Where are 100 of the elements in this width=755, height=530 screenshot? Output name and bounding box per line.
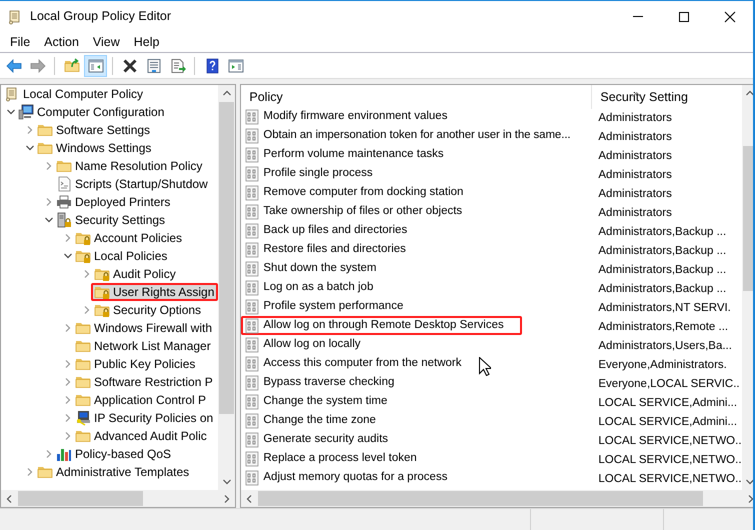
policy-item[interactable]: Obtain an impersonation token for another user in the same... xyxy=(241,126,573,146)
panel-icon xyxy=(228,58,244,74)
policy-item[interactable]: Profile single process xyxy=(241,164,391,184)
setting-cell-text: Everyone,LOCAL SERVIC.. xyxy=(597,376,740,392)
collapsed-chevron-icon[interactable] xyxy=(82,269,92,279)
policy-item[interactable]: Change the time zone xyxy=(241,411,394,430)
collapsed-chevron-icon[interactable] xyxy=(25,467,35,477)
tree-item[interactable]: Security Settings xyxy=(53,211,170,229)
tree-item[interactable]: Windows Settings xyxy=(34,139,156,157)
panel-icon xyxy=(88,58,104,74)
tree-item[interactable]: Application Control P xyxy=(72,391,210,409)
folder-lock-icon xyxy=(75,230,91,246)
setting-cell-text: Administrators xyxy=(597,110,672,126)
policy-item[interactable]: Access this computer from the network xyxy=(241,354,480,374)
setting-cell-text: Everyone,Administrators. xyxy=(597,358,727,373)
collapsed-chevron-icon[interactable] xyxy=(44,449,54,459)
tree-item[interactable]: Windows Firewall with xyxy=(72,319,216,337)
policy-item[interactable]: Take ownership of files or other objects xyxy=(241,202,480,222)
policy-icon xyxy=(244,318,260,334)
collapsed-chevron-icon[interactable] xyxy=(82,305,92,315)
tree-item[interactable]: Software Settings xyxy=(34,121,154,139)
tree-item[interactable]: Public Key Policies xyxy=(72,355,200,373)
setting-cell-text: Administrators,NT SERVI. xyxy=(597,300,731,316)
expanded-chevron-icon[interactable] xyxy=(44,215,54,225)
policy-icon xyxy=(244,356,260,372)
tree-item[interactable]: Scripts (Startup/Shutdow xyxy=(53,175,212,193)
folder-icon xyxy=(37,140,53,156)
tree-item[interactable]: Network List Manager xyxy=(72,337,215,355)
tree-item[interactable]: Local Policies xyxy=(72,247,172,265)
tree-item[interactable]: Policy-based QoS xyxy=(53,445,176,463)
computer-key-icon xyxy=(75,410,91,426)
policy-item[interactable]: Modify firmware environment values xyxy=(241,107,466,126)
collapsed-chevron-icon[interactable] xyxy=(63,323,73,333)
vertical-scrollbar[interactable] xyxy=(218,85,236,490)
menu-item[interactable]: Help xyxy=(126,33,166,51)
tree-item[interactable]: Advanced Audit Polic xyxy=(72,427,211,445)
tree-item[interactable]: Account Policies xyxy=(72,229,186,247)
policy-item[interactable]: Allow log on locally xyxy=(241,335,379,354)
policy-icon xyxy=(244,108,260,125)
collapsed-chevron-icon[interactable] xyxy=(44,161,54,171)
collapsed-chevron-icon[interactable] xyxy=(63,359,73,369)
setting-cell-text: Administrators xyxy=(597,130,672,145)
policy-icon xyxy=(244,336,260,353)
policy-icon xyxy=(244,394,260,410)
setting-cell-text: LOCAL SERVICE,NETWO.. xyxy=(597,472,742,487)
collapsed-chevron-icon[interactable] xyxy=(63,395,73,405)
collapsed-chevron-icon[interactable] xyxy=(63,431,73,441)
collapsed-chevron-icon[interactable] xyxy=(63,233,73,243)
menu-item[interactable]: View xyxy=(86,33,127,51)
policy-icon xyxy=(244,470,260,486)
tree-item[interactable]: IP Security Policies on xyxy=(72,409,218,427)
menu-item[interactable]: File xyxy=(3,33,38,51)
bar-chart-icon xyxy=(56,446,72,462)
menu-item[interactable]: Action xyxy=(37,33,86,51)
folder-up-icon xyxy=(64,58,80,74)
policy-item[interactable]: Perform volume maintenance tasks xyxy=(241,145,462,164)
policy-icon xyxy=(244,242,260,258)
policy-item[interactable]: Remove computer from docking station xyxy=(241,183,482,202)
expanded-chevron-icon[interactable] xyxy=(25,143,35,153)
expanded-chevron-icon[interactable] xyxy=(63,251,73,261)
collapsed-chevron-icon[interactable] xyxy=(25,125,35,135)
policy-item[interactable]: Change the system time xyxy=(241,392,406,412)
policy-item[interactable]: Restore files and directories xyxy=(241,240,424,260)
policy-icon xyxy=(244,298,260,315)
policy-item[interactable]: Adjust memory quotas for a process xyxy=(241,468,466,488)
policy-icon xyxy=(244,432,260,448)
policy-item[interactable]: Back up files and directories xyxy=(241,221,426,240)
policy-item[interactable]: Generate security audits xyxy=(241,430,406,450)
folder-icon xyxy=(75,320,91,336)
maximize-icon xyxy=(678,10,690,22)
console-tree-button[interactable] xyxy=(84,54,107,76)
tree-item[interactable]: Software Restriction P xyxy=(72,373,217,391)
collapsed-chevron-icon[interactable] xyxy=(63,377,73,387)
policy-item[interactable]: Shut down the system xyxy=(241,259,395,278)
tree-item[interactable]: Audit Policy xyxy=(91,265,180,283)
policy-item[interactable]: Log on as a batch job xyxy=(241,278,392,298)
tree-item[interactable]: Deployed Printers xyxy=(53,193,174,211)
tree-item[interactable]: Computer Configuration xyxy=(15,103,168,121)
horizontal-scrollbar[interactable] xyxy=(1,490,236,507)
tree-item[interactable]: User Rights Assign xyxy=(91,283,218,301)
horizontal-scrollbar[interactable] xyxy=(241,490,753,507)
tree-item[interactable]: Security Options xyxy=(91,301,206,319)
folder-icon xyxy=(75,356,91,372)
tree-item[interactable]: Administrative Templates xyxy=(34,463,194,481)
expanded-chevron-icon[interactable] xyxy=(6,107,16,117)
setting-cell-text: Administrators xyxy=(597,148,672,164)
collapsed-chevron-icon[interactable] xyxy=(63,413,73,423)
policy-item[interactable]: Bypass traverse checking xyxy=(241,373,412,392)
policy-item[interactable]: Replace a process level token xyxy=(241,449,435,468)
tree-item[interactable]: Local Computer Policy xyxy=(1,85,148,103)
forward-icon xyxy=(30,58,46,74)
collapsed-chevron-icon[interactable] xyxy=(44,197,54,207)
policy-item[interactable]: Profile system performance xyxy=(241,297,422,316)
tree-item[interactable]: Name Resolution Policy xyxy=(53,157,206,175)
folder-icon xyxy=(75,428,91,444)
policy-icon xyxy=(244,166,260,182)
policy-item[interactable]: Allow log on through Remote Desktop Services xyxy=(241,316,522,336)
mouse-pointer-icon xyxy=(479,357,492,376)
policy-icon xyxy=(244,204,260,220)
column-header[interactable]: Security Setting xyxy=(592,85,688,109)
